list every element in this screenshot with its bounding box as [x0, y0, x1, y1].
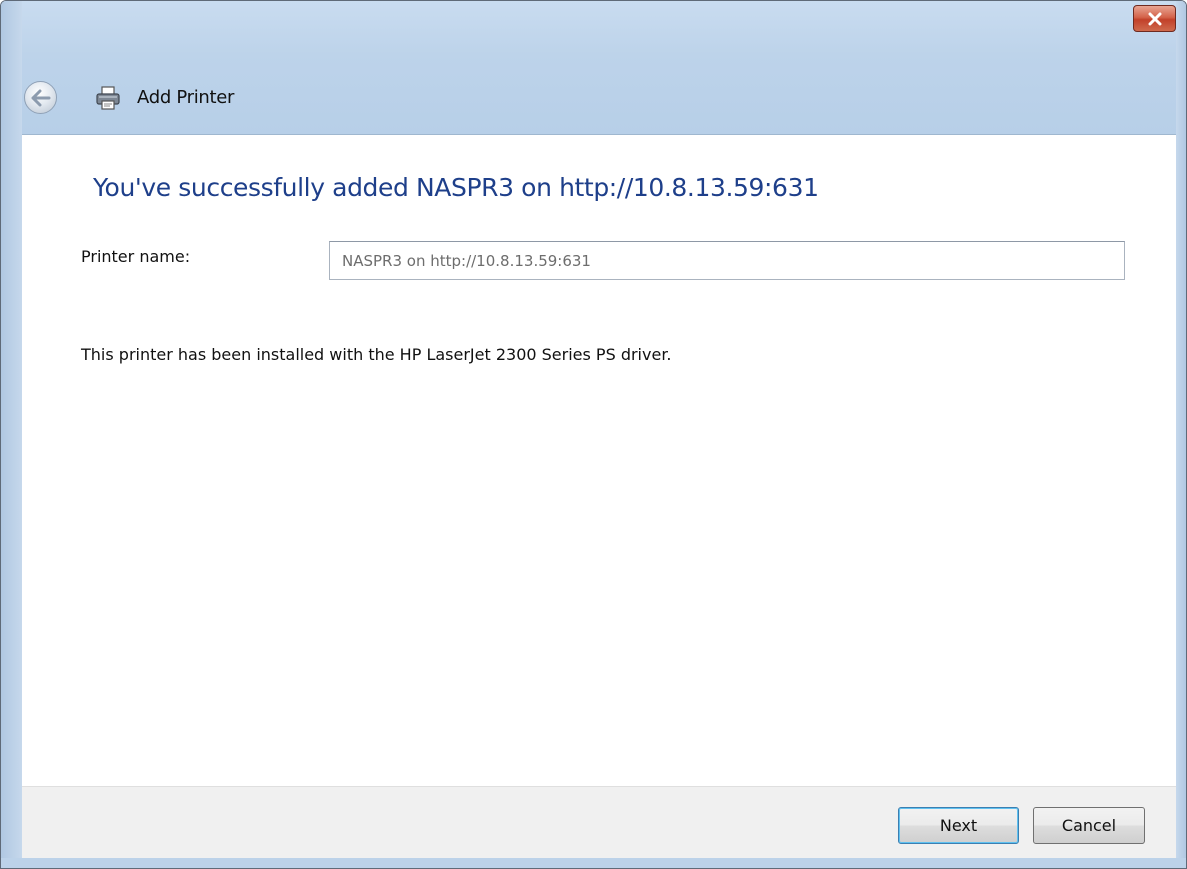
window-frame-right	[1176, 1, 1186, 868]
back-button[interactable]	[24, 81, 57, 114]
window-frame-left	[1, 1, 22, 868]
content-area: You've successfully added NASPR3 on http…	[22, 134, 1176, 787]
title-bar[interactable]	[1, 1, 1186, 134]
window-frame-bottom	[1, 858, 1186, 868]
button-bar: Next Cancel	[22, 786, 1176, 858]
back-arrow-icon	[31, 89, 50, 106]
driver-info-text: This printer has been installed with the…	[81, 345, 672, 364]
page-title: You've successfully added NASPR3 on http…	[93, 173, 819, 202]
printer-name-field[interactable]	[329, 241, 1125, 280]
printer-name-label: Printer name:	[81, 247, 191, 266]
next-button[interactable]: Next	[898, 807, 1019, 844]
add-printer-window: Add Printer You've successfully added NA…	[0, 0, 1187, 869]
printer-icon	[96, 86, 120, 110]
close-icon	[1148, 12, 1161, 25]
close-button[interactable]	[1133, 5, 1176, 32]
window-title: Add Printer	[137, 87, 235, 108]
cancel-button[interactable]: Cancel	[1033, 807, 1145, 844]
